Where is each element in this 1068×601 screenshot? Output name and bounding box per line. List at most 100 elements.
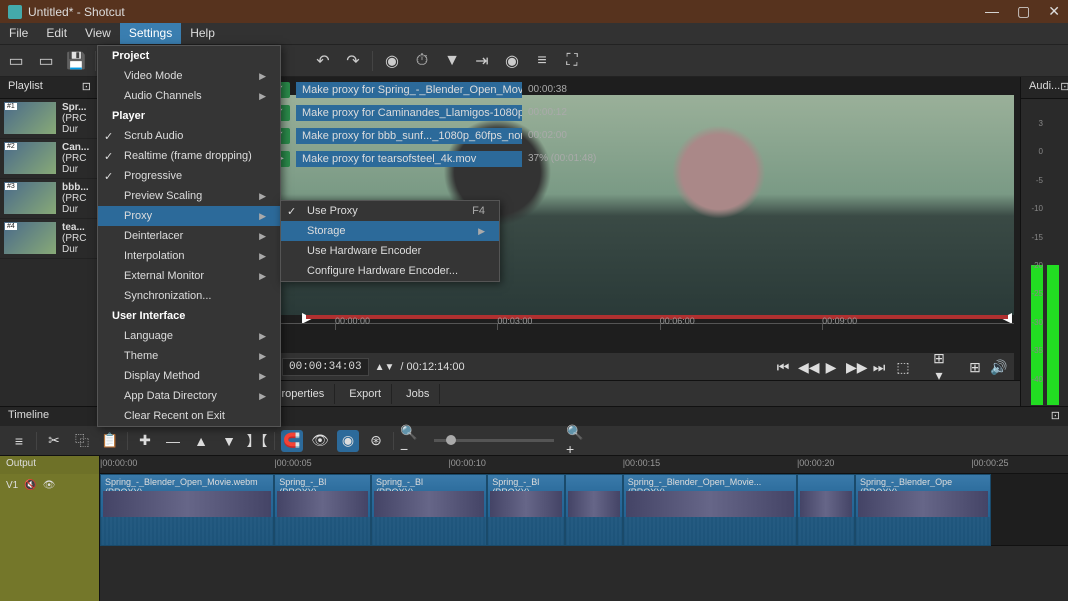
save-icon[interactable]: 💾 bbox=[65, 50, 87, 72]
zoom-slider[interactable] bbox=[434, 439, 554, 442]
paste-icon[interactable]: 📋 bbox=[99, 430, 121, 452]
ripple-all-icon[interactable]: ⊛ bbox=[365, 430, 387, 452]
timeline-ruler[interactable]: |00:00:00|00:00:05|00:00:10|00:00:15|00:… bbox=[100, 456, 1068, 474]
menu-item[interactable]: App Data Directory▶ bbox=[98, 386, 280, 406]
submenu-item[interactable]: Storage▶ bbox=[281, 221, 499, 241]
menu-item[interactable]: Clear Recent on Exit bbox=[98, 406, 280, 426]
menu-section-title: Player bbox=[98, 106, 280, 126]
skip-start-icon[interactable]: ⏮ bbox=[774, 359, 792, 376]
window-title: Untitled* - Shotcut bbox=[28, 5, 125, 19]
rewind-icon[interactable]: ◀◀ bbox=[798, 359, 816, 376]
menu-help[interactable]: Help bbox=[181, 23, 224, 44]
menu-item[interactable]: External Monitor▶ bbox=[98, 266, 280, 286]
menu-item[interactable]: Deinterlacer▶ bbox=[98, 226, 280, 246]
job-row[interactable]: ✓ Make proxy for bbb_sunf..._1080p_60fps… bbox=[270, 124, 600, 147]
current-time[interactable]: 00:00:34:03 bbox=[282, 358, 369, 376]
zoom-in-icon[interactable]: 🔍+ bbox=[566, 430, 588, 452]
track-v1[interactable]: Spring_-_Blender_Open_Movie.webm(PROXY)S… bbox=[100, 474, 1068, 546]
zoom-icon[interactable]: ⊞ ▾ bbox=[930, 350, 948, 384]
total-time: / 00:12:14:00 bbox=[400, 361, 464, 373]
insert-icon[interactable]: ▼ bbox=[218, 430, 240, 452]
close-button[interactable]: ✕ bbox=[1048, 3, 1060, 20]
menu-item[interactable]: Synchronization... bbox=[98, 286, 280, 306]
tab-export[interactable]: Export bbox=[339, 384, 392, 404]
menu-edit[interactable]: Edit bbox=[37, 23, 76, 44]
audio-close-icon[interactable]: ⊡ bbox=[1060, 80, 1068, 95]
playlist-item[interactable]: #2 Can...(PRCDur bbox=[0, 139, 99, 179]
snap-icon[interactable]: 🧲 bbox=[281, 430, 303, 452]
forward-icon[interactable]: ▶▶ bbox=[846, 359, 864, 376]
preview-ruler[interactable]: ▶ ◀ 00:00:0000:03:0000:06:0000:09:00 bbox=[276, 323, 1014, 353]
menu-item[interactable]: ✓Progressive bbox=[98, 166, 280, 186]
menu-item[interactable]: Preview Scaling▶ bbox=[98, 186, 280, 206]
timeline-clip[interactable] bbox=[565, 474, 623, 546]
play-icon[interactable]: ▶ bbox=[822, 359, 840, 376]
maximize-button[interactable]: ▢ bbox=[1017, 3, 1030, 20]
job-row[interactable]: ▶ Make proxy for tearsofsteel_4k.mov 37%… bbox=[270, 147, 600, 170]
playlist-panel: Playlist ⊡ #1 Spr...(PRCDur#2 Can...(PRC… bbox=[0, 77, 100, 430]
job-time: 00:02:00 bbox=[528, 130, 600, 141]
stack-icon[interactable]: ≡ bbox=[531, 50, 553, 72]
menu-settings[interactable]: Settings bbox=[120, 23, 181, 44]
timeline-clip[interactable]: Spring_-_Bl(PROXY) bbox=[487, 474, 564, 546]
lift-icon[interactable]: ▲ bbox=[190, 430, 212, 452]
menu-view[interactable]: View bbox=[76, 23, 120, 44]
track-v1-header[interactable]: V1 🔇 👁 bbox=[0, 474, 99, 497]
volume-icon[interactable]: 🔊 bbox=[990, 359, 1008, 376]
menu-item[interactable]: ✓Scrub Audio bbox=[98, 126, 280, 146]
track-output-label[interactable]: Output bbox=[0, 456, 99, 474]
timeline-clip[interactable]: Spring_-_Blender_Open_Movie.webm(PROXY) bbox=[100, 474, 274, 546]
playlist-close-icon[interactable]: ⊡ bbox=[82, 80, 91, 95]
job-row[interactable]: ✓ Make proxy for Caminandes_Llamigos-108… bbox=[270, 101, 600, 124]
scrub-icon[interactable]: 👁 bbox=[309, 430, 331, 452]
playlist-item[interactable]: #3 bbb...(PRCDur bbox=[0, 179, 99, 219]
grid-icon[interactable]: ⊞ bbox=[966, 359, 984, 376]
menu-item[interactable]: Display Method▶ bbox=[98, 366, 280, 386]
fullscreen-icon[interactable]: ⛶ bbox=[561, 50, 583, 72]
peak-icon[interactable]: ◉ bbox=[381, 50, 403, 72]
stopwatch-icon[interactable]: ⏱ bbox=[411, 50, 433, 72]
job-row[interactable]: ✓ Make proxy for Spring_-_Blender_Open_M… bbox=[270, 78, 600, 101]
menu-item[interactable]: Video Mode▶ bbox=[98, 66, 280, 86]
menu-item[interactable]: ✓Realtime (frame dropping) bbox=[98, 146, 280, 166]
submenu-item[interactable]: ✓Use ProxyF4 bbox=[281, 201, 499, 221]
ripple-icon[interactable]: ◉ bbox=[337, 430, 359, 452]
eye-icon[interactable]: 👁 bbox=[43, 480, 56, 491]
timeline-close-icon[interactable]: ⊡ bbox=[1051, 409, 1060, 424]
remove-icon[interactable]: — bbox=[162, 430, 184, 452]
open-other-icon[interactable]: ▭ bbox=[35, 50, 57, 72]
filter-icon[interactable]: ▼ bbox=[441, 50, 463, 72]
menu-item[interactable]: Interpolation▶ bbox=[98, 246, 280, 266]
copy-icon[interactable]: ⿻ bbox=[71, 430, 93, 452]
redo-icon[interactable]: ↷ bbox=[342, 50, 364, 72]
menu-file[interactable]: File bbox=[0, 23, 37, 44]
timeline-clip[interactable]: Spring_-_Bl(PROXY) bbox=[371, 474, 487, 546]
menu-item[interactable]: Audio Channels▶ bbox=[98, 86, 280, 106]
submenu-item[interactable]: Use Hardware Encoder bbox=[281, 241, 499, 261]
minimize-button[interactable]: — bbox=[985, 3, 999, 20]
marker-icon[interactable]: ⇥ bbox=[471, 50, 493, 72]
playlist-item[interactable]: #1 Spr...(PRCDur bbox=[0, 99, 99, 139]
append-icon[interactable]: ✚ bbox=[134, 430, 156, 452]
zoom-out-icon[interactable]: 🔍− bbox=[400, 430, 422, 452]
open-file-icon[interactable]: ▭ bbox=[5, 50, 27, 72]
tab-jobs[interactable]: Jobs bbox=[396, 384, 440, 404]
timeline-menu-icon[interactable]: ≡ bbox=[8, 430, 30, 452]
timeline-clip[interactable]: Spring_-_Bl(PROXY) bbox=[274, 474, 371, 546]
timeline-clip[interactable]: Spring_-_Blender_Ope(PROXY) bbox=[855, 474, 991, 546]
menu-item[interactable]: Theme▶ bbox=[98, 346, 280, 366]
mute-icon[interactable]: 🔇 bbox=[24, 480, 36, 491]
timeline-clip[interactable] bbox=[797, 474, 855, 546]
loop-icon[interactable]: ⬚ bbox=[894, 359, 912, 376]
cut-icon[interactable]: ✂ bbox=[43, 430, 65, 452]
menu-item[interactable]: Proxy▶ bbox=[98, 206, 280, 226]
menu-item[interactable]: Language▶ bbox=[98, 326, 280, 346]
submenu-item[interactable]: Configure Hardware Encoder... bbox=[281, 261, 499, 281]
export-icon[interactable]: ◉ bbox=[501, 50, 523, 72]
skip-end-icon[interactable]: ⏭ bbox=[870, 359, 888, 376]
playlist-item[interactable]: #4 tea...(PRCDur bbox=[0, 219, 99, 259]
overwrite-icon[interactable]: 】【 bbox=[246, 430, 268, 452]
timeline-clip[interactable]: Spring_-_Blender_Open_Movie...(PROXY) bbox=[623, 474, 797, 546]
job-name: Make proxy for tearsofsteel_4k.mov bbox=[296, 151, 522, 167]
undo-icon[interactable]: ↶ bbox=[312, 50, 334, 72]
